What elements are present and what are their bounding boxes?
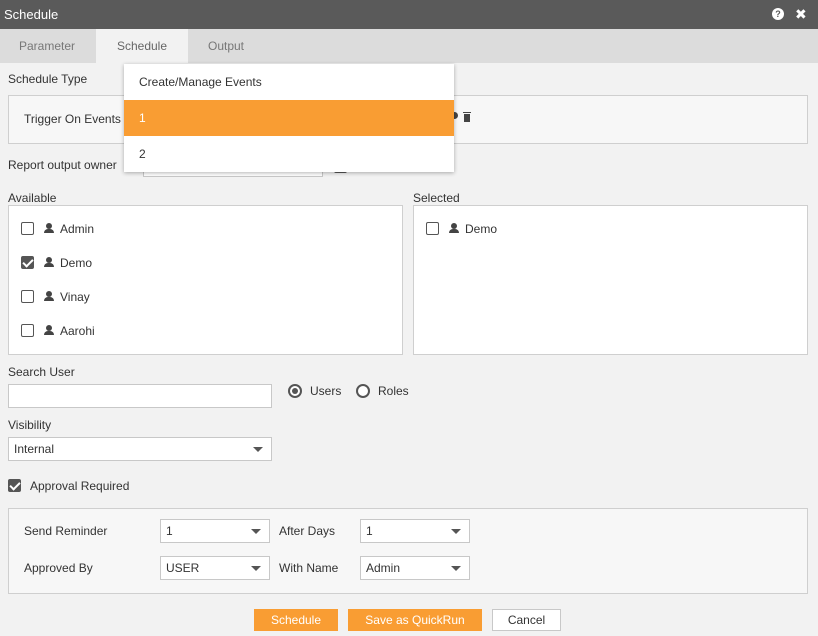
tab-schedule[interactable]: Schedule [96, 29, 188, 63]
tab-bar: Parameter Schedule Output [0, 29, 818, 63]
user-icon [44, 223, 54, 234]
selected-users-list: Demo [413, 205, 808, 355]
approved-by-select[interactable]: USER [160, 556, 270, 580]
user-name: Demo [60, 256, 93, 270]
close-icon[interactable]: ✖ [795, 6, 807, 22]
trash-icon[interactable] [463, 112, 471, 122]
approved-by-label: Approved By [24, 561, 93, 575]
available-label: Available [8, 191, 57, 205]
after-days-value: 1 [366, 524, 373, 538]
save-quickrun-button[interactable]: Save as QuickRun [348, 609, 482, 631]
user-name: Vinay [60, 290, 90, 304]
events-dropdown-menu: Create/Manage Events 1 2 [124, 64, 454, 172]
help-circle-icon[interactable]: ? [772, 8, 784, 20]
after-days-select[interactable]: 1 [360, 519, 470, 543]
user-checkbox[interactable] [21, 222, 34, 235]
dialog-title: Schedule [4, 7, 59, 22]
visibility-label: Visibility [8, 418, 52, 432]
approved-by-value: USER [166, 561, 200, 575]
with-name-select[interactable]: Admin [360, 556, 470, 580]
user-checkbox[interactable] [21, 324, 34, 337]
user-checkbox[interactable] [426, 222, 439, 235]
chevron-down-icon [253, 447, 263, 452]
send-reminder-label: Send Reminder [24, 524, 108, 538]
visibility-select[interactable]: Internal [8, 437, 272, 461]
dropdown-item-1[interactable]: 1 [124, 100, 454, 136]
schedule-button[interactable]: Schedule [254, 609, 338, 631]
radio-users[interactable] [288, 384, 302, 398]
dropdown-item-2[interactable]: 2 [124, 136, 454, 172]
user-icon [44, 291, 54, 302]
user-checkbox[interactable] [21, 256, 34, 269]
chevron-down-icon [251, 529, 261, 534]
cancel-button[interactable]: Cancel [492, 609, 561, 631]
user-name: Admin [60, 222, 95, 236]
report-owner-label: Report output owner [8, 158, 117, 172]
dialog-titlebar: Schedule ? ✖ [0, 0, 818, 29]
schedule-type-label: Schedule Type [8, 72, 88, 86]
approval-required-checkbox[interactable] [8, 479, 21, 492]
search-user-input[interactable] [8, 384, 272, 408]
with-name-label: With Name [279, 561, 339, 575]
available-users-list: Admin Demo Vinay Aarohi [8, 205, 403, 355]
approval-box: Send Reminder 1 After Days 1 Approved By… [8, 508, 808, 594]
tab-parameter[interactable]: Parameter [0, 29, 94, 63]
user-name: Aarohi [60, 324, 95, 338]
approval-required-label: Approval Required [30, 479, 130, 493]
user-icon [44, 257, 54, 268]
user-checkbox[interactable] [21, 290, 34, 303]
radio-roles[interactable] [356, 384, 370, 398]
dropdown-item-create-manage-events[interactable]: Create/Manage Events [124, 64, 454, 100]
visibility-value: Internal [14, 442, 55, 456]
send-reminder-value: 1 [166, 524, 173, 538]
user-icon [449, 223, 459, 234]
trigger-on-events-label: Trigger On Events [24, 112, 121, 126]
with-name-value: Admin [366, 561, 401, 575]
tab-output[interactable]: Output [188, 29, 264, 63]
chevron-down-icon [451, 566, 461, 571]
send-reminder-select[interactable]: 1 [160, 519, 270, 543]
user-name: Demo [465, 222, 498, 236]
search-user-label: Search User [8, 365, 75, 379]
after-days-label: After Days [279, 524, 336, 538]
chevron-down-icon [451, 529, 461, 534]
chevron-down-icon [251, 566, 261, 571]
selected-label: Selected [413, 191, 460, 205]
user-icon [44, 325, 54, 336]
radio-roles-label: Roles [378, 384, 409, 398]
radio-users-label: Users [310, 384, 342, 398]
